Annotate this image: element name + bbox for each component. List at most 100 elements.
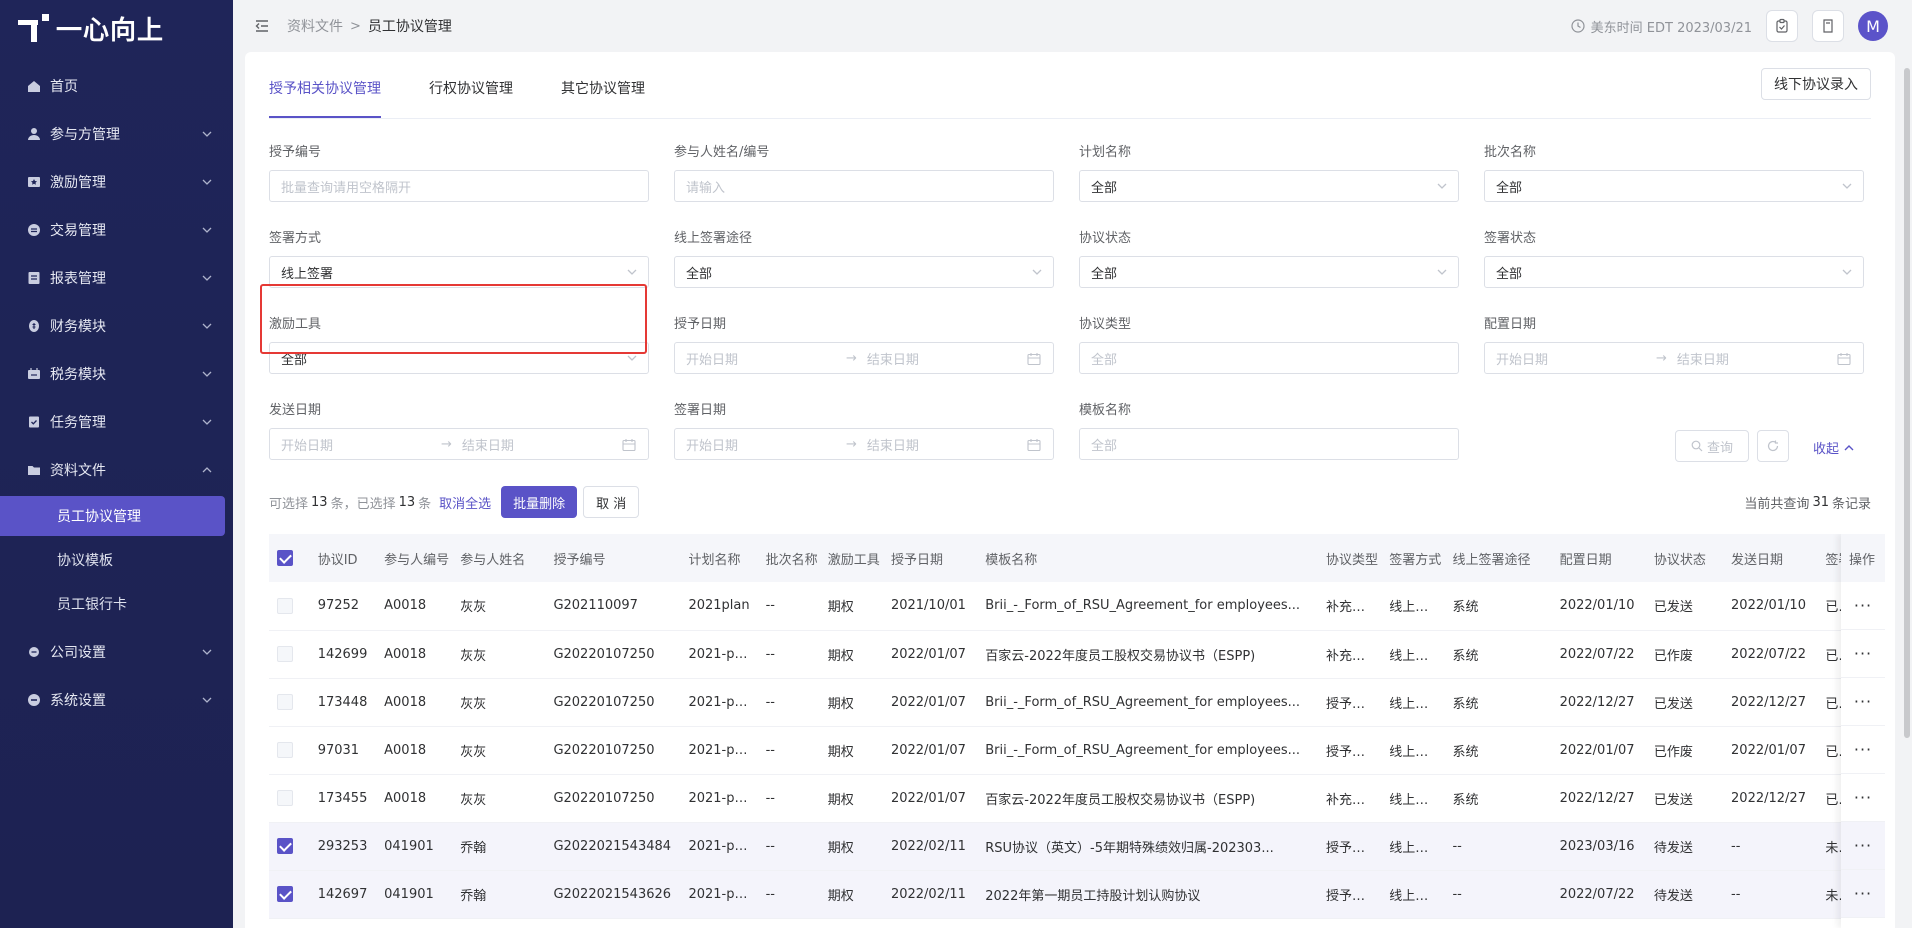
sign-method-select[interactable]: 线上签署 (269, 256, 649, 288)
arrow-right-icon: → (846, 436, 857, 452)
tab-exercise-agreements[interactable]: 行权协议管理 (429, 52, 513, 118)
chevron-down-icon (202, 419, 212, 425)
row-checkbox[interactable] (277, 694, 293, 710)
tab-grant-agreements[interactable]: 授予相关协议管理 (269, 52, 381, 118)
row-checkbox[interactable] (277, 742, 293, 758)
tab-other-agreements[interactable]: 其它协议管理 (561, 52, 645, 118)
tasks-button[interactable] (1766, 10, 1798, 42)
template-name-cell: Brii_-_Form_of_RSU_Agreement_for employe… (977, 678, 1318, 727)
filter-label: 发送日期 (269, 403, 322, 418)
sidebar-item-documents[interactable]: 资料文件 (0, 446, 233, 494)
more-actions-button[interactable]: ··· (1841, 630, 1885, 678)
sidebar-item-finance[interactable]: 财务模块 (0, 302, 233, 350)
sidebar-item-system-settings[interactable]: 系统设置 (0, 676, 233, 724)
sign-status-select[interactable]: 全部 (1484, 256, 1864, 288)
operations-column: 操作 ··· ··· ··· ··· ··· ··· ··· (1841, 534, 1885, 928)
sidebar-item-participants[interactable]: 参与方管理 (0, 110, 233, 158)
table-cell: 已发送 (1645, 678, 1724, 727)
menu-collapse-icon[interactable] (253, 17, 271, 35)
table-cell: 乔翰 (452, 822, 546, 871)
row-checkbox[interactable] (277, 886, 293, 902)
selected-mid: 条，已选择 (330, 496, 396, 512)
sidebar-item-incentives[interactable]: 激励管理 (0, 158, 233, 206)
agreement-status-select[interactable]: 全部 (1079, 256, 1459, 288)
more-actions-button[interactable]: ··· (1841, 774, 1885, 822)
more-actions-button[interactable]: ··· (1841, 582, 1885, 630)
batch-name-select[interactable]: 全部 (1484, 170, 1864, 202)
participant-input[interactable]: 请输入 (674, 170, 1054, 202)
more-actions-button[interactable]: ··· (1841, 678, 1885, 726)
scrollbar-thumb[interactable] (1904, 68, 1910, 738)
row-checkbox[interactable] (277, 790, 293, 806)
grant-no-input[interactable]: 批量查询请用空格隔开 (269, 170, 649, 202)
table-cell: 期权 (819, 582, 883, 631)
row-checkbox[interactable] (277, 646, 293, 662)
sidebar-subitem-templates[interactable]: 协议模板 (0, 540, 225, 580)
table-row[interactable]: 173448 A0018 灰灰 G20220107250 2021-planA -- 期权 2… (269, 678, 1885, 727)
grant-date-range[interactable]: 开始日期 → 结束日期 (674, 342, 1054, 374)
sidebar-item-tax[interactable]: 税务模块 (0, 350, 233, 398)
sidebar-item-label: 财务模块 (50, 319, 106, 335)
template-name-cell: Brii_-_Form_of_RSU_Agreement_for employe… (977, 582, 1318, 631)
table-cell: 2022/12/27 (1551, 678, 1646, 727)
config-date-range[interactable]: 开始日期 → 结束日期 (1484, 342, 1864, 374)
table-row[interactable]: 293253 041901 乔翰 G2022021543484 2021-planA --… (269, 822, 1885, 871)
table-cell: 补充协议 (1318, 774, 1382, 823)
row-checkbox-cell (269, 630, 310, 679)
calendar-icon (622, 439, 636, 452)
more-actions-button[interactable]: ··· (1841, 870, 1885, 918)
more-actions-button[interactable]: ··· (1841, 822, 1885, 870)
row-checkbox[interactable] (277, 838, 293, 854)
online-channel-select[interactable]: 全部 (674, 256, 1054, 288)
template-name-input[interactable]: 全部 (1079, 428, 1459, 460)
agreement-type-input[interactable]: 全部 (1079, 342, 1459, 374)
reset-button[interactable] (1757, 430, 1789, 462)
collapse-filters-link[interactable]: 收起 (1813, 438, 1855, 457)
table-cell: 线上签署 (1381, 726, 1445, 775)
total-prefix: 当前共查询 (1744, 496, 1810, 512)
incentive-tool-select[interactable]: 全部 (269, 342, 649, 374)
select-value: 全部 (1496, 266, 1523, 282)
plan-name-select[interactable]: 全部 (1079, 170, 1459, 202)
table-cell: G20220107250 (545, 678, 681, 727)
search-button[interactable]: 查询 (1675, 430, 1749, 462)
range-start: 开始日期 (686, 352, 739, 368)
column-header: 授予编号 (553, 552, 606, 568)
clear-selection-link[interactable]: 取消全选 (439, 493, 491, 512)
sidebar-item-tasks[interactable]: 任务管理 (0, 398, 233, 446)
select-all-checkbox[interactable] (277, 550, 293, 566)
total-count: 31 (1812, 494, 1829, 510)
sidebar-item-home[interactable]: 首页 (0, 62, 233, 110)
sidebar-item-trading[interactable]: 交易管理 (0, 206, 233, 254)
table-row[interactable]: 173455 A0018 灰灰 G20220107250 2021-planA -- 期权 2… (269, 774, 1885, 823)
topbar: 资料文件 > 员工协议管理 美东时间 EDT 2023/03/21 M (233, 0, 1912, 52)
more-actions-button[interactable]: ··· (1841, 726, 1885, 774)
send-date-range[interactable]: 开始日期 → 结束日期 (269, 428, 649, 460)
selectable-count: 13 (311, 494, 328, 510)
timezone-text: 美东时间 EDT 2023/03/21 (1590, 20, 1752, 36)
row-checkbox[interactable] (277, 597, 293, 614)
batch-delete-button[interactable]: 批量删除 (501, 486, 578, 518)
table-row[interactable]: 97031 A0018 灰灰 G20220107250 2021-planA -- 期权 20… (269, 726, 1885, 775)
sidebar-subitem-bank-cards[interactable]: 员工银行卡 (0, 584, 225, 624)
table-row[interactable]: 142699 A0018 灰灰 G20220107250 2021-planA -- 期权 2… (269, 630, 1885, 679)
breadcrumb-parent[interactable]: 资料文件 (287, 16, 343, 36)
arrow-right-icon: → (441, 436, 452, 452)
table-row[interactable]: 142697 041901 乔翰 G2022021543626 2021-planA --… (269, 870, 1885, 919)
sidebar-subitem-agreements[interactable]: 员工协议管理 (0, 496, 225, 536)
calendar-icon (1837, 353, 1851, 366)
docs-button[interactable] (1812, 10, 1844, 42)
table-cell: 线上签署 (1381, 678, 1445, 727)
table-row[interactable]: 97252 A0018 灰灰 G202110097 2021plan -- 期权 2021/1… (269, 582, 1885, 631)
filter-agreement-type: 协议类型 全部 (1079, 316, 1459, 374)
sidebar-item-reports[interactable]: 报表管理 (0, 254, 233, 302)
selectable-prefix: 可选择 (269, 496, 309, 512)
sign-date-range[interactable]: 开始日期 → 结束日期 (674, 428, 1054, 460)
logo[interactable]: 一心向上 (0, 0, 233, 56)
offline-entry-button[interactable]: 线下协议录入 (1761, 68, 1871, 100)
avatar[interactable]: M (1858, 11, 1888, 41)
page-scrollbar[interactable] (1902, 0, 1912, 928)
sidebar-item-company-settings[interactable]: 公司设置 (0, 628, 233, 676)
cancel-button[interactable]: 取 消 (583, 486, 640, 518)
row-checkbox-cell (269, 678, 310, 727)
